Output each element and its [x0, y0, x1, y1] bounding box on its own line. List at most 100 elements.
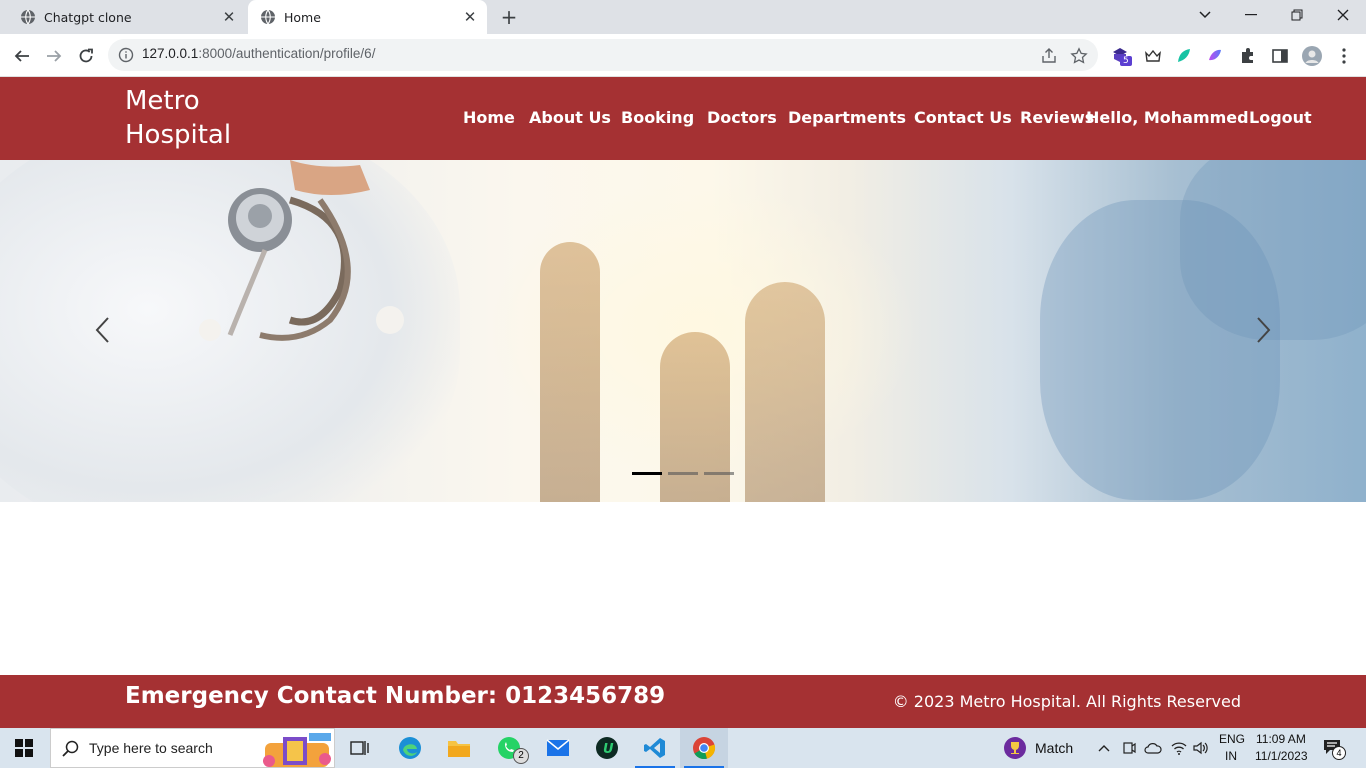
browser-toolbar: 127.0.0.1:8000/authentication/profile/6/… [0, 34, 1366, 77]
start-button[interactable] [0, 728, 48, 768]
url-host: 127.0.0.1 [142, 46, 199, 61]
share-icon[interactable] [1040, 47, 1058, 65]
hero-carousel [0, 160, 1366, 502]
search-icon [62, 740, 79, 757]
extension-icon-badge[interactable]: 5 [1110, 46, 1132, 66]
windows-logo-icon [15, 739, 33, 757]
forward-button[interactable] [42, 44, 66, 68]
chrome-taskbar-button[interactable] [680, 728, 728, 768]
carousel-indicator[interactable] [668, 472, 698, 475]
puzzle-extensions-icon[interactable] [1238, 46, 1258, 66]
extension-badge-count: 5 [1120, 56, 1132, 66]
leaf-extension-icon[interactable] [1173, 46, 1193, 66]
folder-icon [448, 741, 470, 757]
site-header: Metro Hospital Home About Us Booking Doc… [0, 77, 1366, 160]
crown-extension-icon[interactable] [1143, 46, 1163, 66]
wifi-icon[interactable] [1170, 740, 1188, 756]
nav-departments[interactable]: Departments [788, 108, 906, 127]
browser-tab-strip: Chatgpt clone ✕ Home ✕ + [0, 0, 1366, 34]
taskbar-search-placeholder: Type here to search [89, 740, 213, 756]
profile-avatar-icon[interactable] [1302, 46, 1322, 66]
chevron-left-icon [95, 317, 109, 343]
url-text[interactable]: 127.0.0.1:8000/authentication/profile/6/ [142, 46, 375, 61]
carousel-next-button[interactable] [1249, 312, 1279, 348]
svg-text:U: U [603, 742, 614, 757]
gradient-extension-icon[interactable] [1205, 46, 1225, 66]
url-path: :8000/authentication/profile/6/ [198, 46, 376, 61]
tab-title: Home [284, 9, 321, 25]
restore-button[interactable] [1274, 0, 1320, 30]
address-bar[interactable]: 127.0.0.1:8000/authentication/profile/6/ [108, 39, 1098, 71]
stethoscope-image [199, 160, 404, 341]
browser-menu-icon[interactable] [1334, 46, 1354, 66]
site-footer: Emergency Contact Number: 0123456789 © 2… [0, 675, 1366, 728]
weather-widget-button[interactable] [992, 728, 1038, 768]
nav-reviews[interactable]: Reviews [1020, 108, 1094, 127]
close-window-button[interactable] [1320, 0, 1366, 30]
nav-doctors[interactable]: Doctors [707, 108, 777, 127]
clock-date[interactable]: 11/1/2023 [1255, 749, 1308, 763]
vscode-taskbar-button[interactable] [631, 728, 679, 768]
side-panel-icon[interactable] [1270, 46, 1290, 66]
globe-icon [21, 9, 35, 25]
nav-contact-us[interactable]: Contact Us [914, 108, 1012, 127]
blurred-person [540, 242, 600, 502]
whatsapp-badge: 2 [513, 748, 529, 764]
close-tab-icon[interactable]: ✕ [461, 8, 479, 26]
carousel-prev-button[interactable] [87, 312, 117, 348]
whatsapp-taskbar-button[interactable]: 2 [485, 728, 533, 768]
back-button[interactable] [10, 44, 34, 68]
tab-search-icon[interactable] [1182, 0, 1228, 30]
chevron-right-icon [1257, 317, 1271, 343]
task-view-button[interactable] [336, 728, 384, 768]
nav-home[interactable]: Home [463, 108, 515, 127]
search-highlight-illustration-icon [263, 733, 331, 767]
chrome-icon [693, 737, 716, 760]
site-brand[interactable]: Metro Hospital [125, 84, 285, 152]
minimize-button[interactable] [1228, 0, 1274, 30]
blurred-person [660, 332, 730, 502]
emergency-contact: Emergency Contact Number: 0123456789 [125, 683, 666, 709]
notification-count: 4 [1332, 746, 1346, 760]
globe-icon [261, 9, 275, 25]
taskbar-search-box[interactable]: Type here to search [50, 728, 335, 768]
onedrive-cloud-icon[interactable] [1144, 741, 1162, 755]
carousel-indicator[interactable] [632, 472, 662, 475]
user-greeting: Hello, Mohammed [1086, 108, 1249, 127]
volume-icon[interactable] [1192, 740, 1210, 756]
nav-about-us[interactable]: About Us [529, 108, 611, 127]
windows-taskbar: Type here to search 2 U Match ENG IN 11:… [0, 728, 1366, 768]
weather-label[interactable]: Match [1035, 740, 1073, 756]
language-line-1[interactable]: ENG [1219, 732, 1245, 746]
new-tab-button[interactable]: + [497, 5, 521, 29]
meet-now-icon[interactable] [1121, 740, 1137, 756]
nav-booking[interactable]: Booking [621, 108, 694, 127]
tab-title: Chatgpt clone [44, 9, 132, 25]
upwork-taskbar-button[interactable]: U [583, 728, 631, 768]
edge-taskbar-button[interactable] [386, 728, 434, 768]
close-tab-icon[interactable]: ✕ [220, 8, 238, 26]
file-explorer-taskbar-button[interactable] [435, 728, 483, 768]
edge-icon [399, 737, 421, 759]
clock-time[interactable]: 11:09 AM [1256, 732, 1306, 746]
tab-home[interactable]: Home ✕ [248, 0, 487, 34]
chevron-up-icon[interactable] [1097, 741, 1111, 755]
vscode-icon [644, 738, 665, 758]
nav-logout[interactable]: Logout [1249, 108, 1312, 127]
notification-center-button[interactable]: 4 [1322, 738, 1346, 760]
reload-button[interactable] [74, 44, 98, 68]
upwork-icon: U [596, 737, 618, 759]
tab-chatgpt-clone[interactable]: Chatgpt clone ✕ [8, 0, 246, 34]
copyright-text: © 2023 Metro Hospital. All Rights Reserv… [892, 692, 1241, 711]
site-info-icon[interactable] [118, 47, 134, 63]
language-line-2[interactable]: IN [1225, 749, 1237, 763]
blurred-person [745, 282, 825, 502]
carousel-indicator[interactable] [704, 472, 734, 475]
brand-line-1: Metro [125, 86, 200, 116]
brand-line-2: Hospital [125, 120, 232, 150]
trophy-icon [1004, 737, 1026, 759]
task-view-icon [350, 741, 369, 755]
carousel-indicators [632, 472, 734, 475]
mail-taskbar-button[interactable] [534, 728, 582, 768]
bookmark-star-icon[interactable] [1070, 47, 1088, 65]
